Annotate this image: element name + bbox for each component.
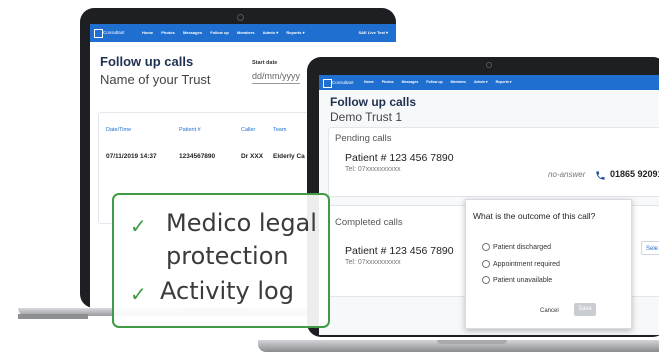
nav-members[interactable]: Members [237,30,255,35]
check-icon: ✓ [130,282,147,306]
feature-activity-log: Activity log [160,277,294,305]
radio-icon[interactable] [482,276,490,284]
option-patient-discharged[interactable]: Patient discharged [482,243,551,251]
page-title: Follow up calls [100,54,194,69]
column-header-datetime[interactable]: Date/Time [106,127,131,133]
table-cell-caller: Dr XXX [241,153,264,160]
logo[interactable]: Consultant [323,78,357,88]
nav-menu: Home Photos Messages Follow up Members A… [142,30,312,35]
nav-photos[interactable]: Photos [161,30,175,35]
phone-number[interactable]: 01865 920915 [610,169,659,179]
radio-icon[interactable] [482,243,490,251]
pending-calls-heading: Pending calls [335,133,392,144]
pending-patient-tel: Tel: 07xxxxxxxxxx [345,166,401,173]
feature-protection: protection [166,242,289,270]
trust-name: Name of your Trust [100,72,211,87]
status-badge: no-answer [548,170,586,179]
top-navbar: Consultant Home Photos Messages Follow u… [90,24,396,42]
laptop-front-notch [437,340,507,344]
nav-home[interactable]: Home [142,30,153,35]
column-header-patient[interactable]: Patient # [179,127,201,133]
nav-follow-up[interactable]: Follow up [210,30,229,35]
option-label: Patient discharged [493,243,551,251]
top-navbar: Consultant Home Photos Messages Follow u… [319,75,659,90]
pending-patient-number: Patient # 123 456 7890 [345,152,454,164]
page-title: Follow up calls [330,95,417,109]
nav-reports[interactable]: Reports ▾ [496,80,512,84]
nav-admin[interactable]: Admin ▾ [263,30,279,35]
phone-icon[interactable] [595,168,606,186]
laptop-back-foot [18,314,88,319]
radio-icon[interactable] [482,260,490,268]
start-date-input[interactable]: dd/mm/yyyy [252,71,301,84]
table-cell-team: Elderly Ca [273,153,305,160]
camera-icon [237,14,244,21]
nav-reports[interactable]: Reports ▾ [286,30,304,35]
feature-callout: ✓ Medico legal protection ✓ Activity log [112,193,330,328]
table-cell-patient: 1234567890 [179,153,216,160]
option-patient-unavailable[interactable]: Patient unavailable [482,276,552,284]
logo-icon [94,29,103,38]
call-outcome-modal: What is the outcome of this call? Patien… [465,199,632,329]
nav-menu: Home Photos Messages Follow up Members A… [364,80,519,84]
save-button[interactable]: Save [574,303,596,316]
check-icon: ✓ [130,214,147,238]
camera-icon [486,62,492,68]
completed-patient-number: Patient # 123 456 7890 [345,245,454,257]
cancel-button[interactable]: Cancel [540,308,559,314]
logo-text: Consultant [103,30,125,35]
start-date-label: Start date [252,60,278,66]
laptop-front-screen: Consultant Home Photos Messages Follow u… [319,75,659,335]
column-header-caller[interactable]: Caller [241,127,255,133]
logo-icon [323,79,332,88]
trust-name: Demo Trust 1 [330,110,403,124]
column-header-team[interactable]: Team [273,127,286,133]
nav-admin[interactable]: Admin ▾ [474,80,488,84]
nav-messages[interactable]: Messages [183,30,202,35]
user-menu[interactable]: SAE Live Test ▾ [359,30,389,35]
modal-question: What is the outcome of this call? [473,211,596,221]
table-cell-datetime: 07/11/2019 14:37 [106,153,157,160]
option-appointment-required[interactable]: Appointment required [482,260,560,268]
select-button[interactable]: Sele [641,241,659,255]
completed-patient-tel: Tel: 07xxxxxxxxxx [345,259,401,266]
logo[interactable]: Consultant [94,28,128,38]
logo-text: Consultant [332,80,354,85]
nav-home[interactable]: Home [364,80,374,84]
completed-calls-heading: Completed calls [335,217,403,228]
option-label: Appointment required [493,260,560,268]
nav-photos[interactable]: Photos [382,80,394,84]
option-label: Patient unavailable [493,276,553,284]
nav-follow-up[interactable]: Follow up [426,80,442,84]
pending-calls-panel: Pending calls Patient # 123 456 7890 Tel… [328,127,659,197]
nav-messages[interactable]: Messages [402,80,419,84]
feature-medico-legal: Medico legal [166,209,317,237]
nav-members[interactable]: Members [451,80,466,84]
